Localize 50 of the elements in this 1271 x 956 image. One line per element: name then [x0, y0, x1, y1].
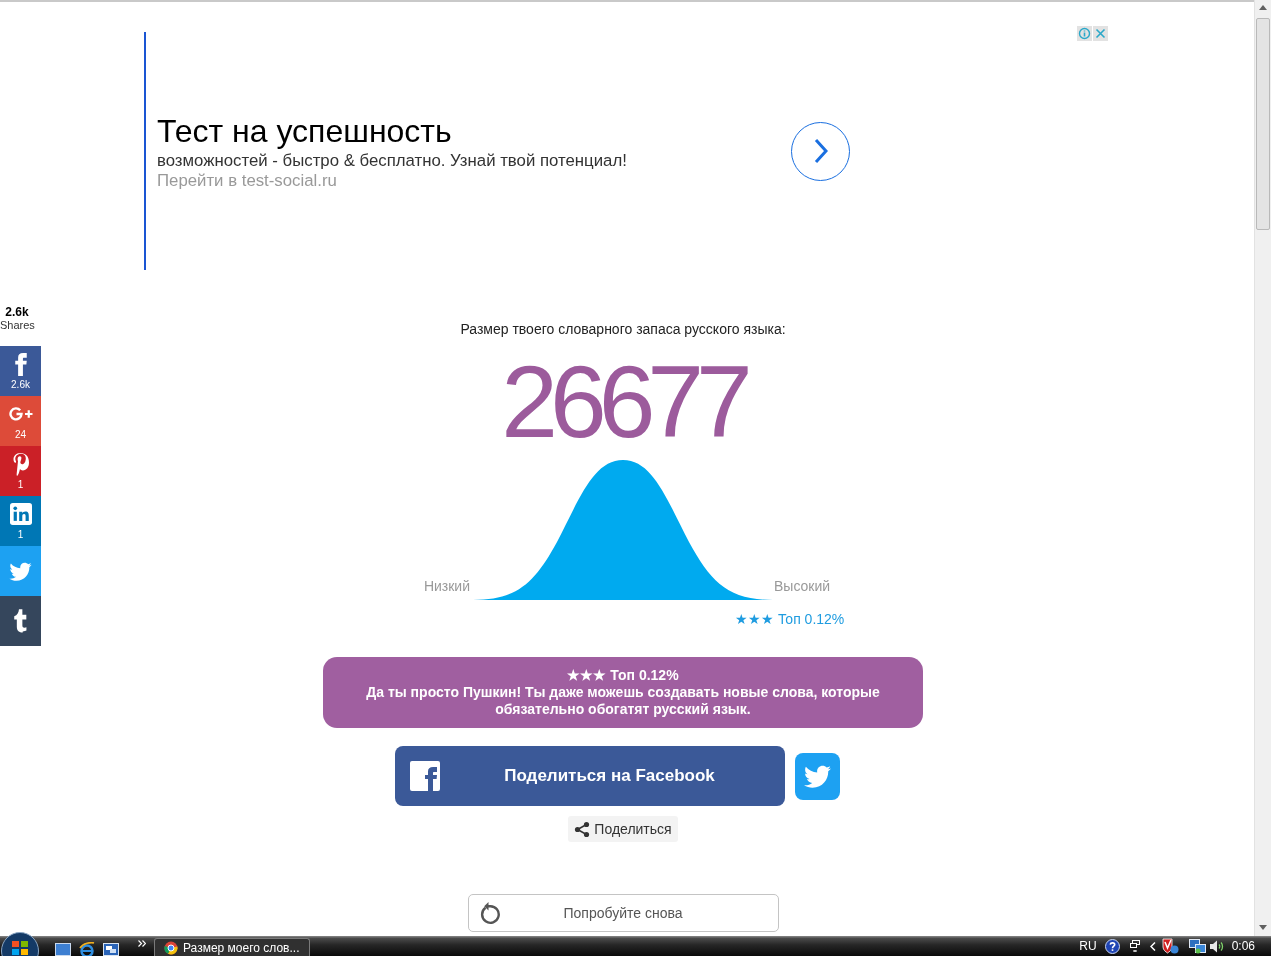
vocabulary-score: 26677 — [501, 351, 745, 453]
tumblr-share-button[interactable] — [0, 596, 41, 646]
refresh-icon — [478, 901, 501, 925]
low-label: Низкий — [423, 578, 470, 594]
high-label: Высокий — [774, 578, 831, 594]
scroll-up-icon[interactable] — [1259, 5, 1267, 10]
help-icon[interactable] — [1104, 938, 1120, 954]
linkedin-icon — [9, 503, 32, 525]
ad-banner[interactable]: Тест на успешность возможностей - быстро & бесплатно. Узнай твой потенциал! Перейти в test-social.ru — [144, 32, 884, 270]
facebook-icon — [410, 761, 440, 791]
double-chevron-icon[interactable] — [138, 939, 146, 947]
stacked-windows-icon[interactable] — [103, 943, 119, 956]
share-icon — [574, 820, 591, 838]
scrollbar-thumb[interactable] — [1256, 18, 1270, 230]
language-indicator[interactable]: RU — [1079, 939, 1097, 953]
linkedin-share-button[interactable]: 1 — [0, 496, 41, 546]
pinterest-icon — [12, 452, 29, 476]
browser-icon — [164, 940, 178, 955]
speaker-icon[interactable] — [1208, 939, 1224, 953]
pinterest-share-button[interactable]: 1 — [0, 446, 41, 496]
taskbar-window-button[interactable]: Размер моего слов... — [154, 938, 310, 956]
share-button[interactable]: Поделиться — [568, 816, 678, 842]
scroll-down-icon[interactable] — [1259, 925, 1267, 930]
chevron-right-icon — [813, 138, 828, 164]
share-total-label: Shares — [0, 319, 34, 332]
clock[interactable]: 0:06 — [1231, 939, 1255, 953]
tumblr-icon — [14, 609, 27, 633]
rank-text: ★★★ Топ 0.12% — [735, 611, 845, 627]
ad-description: возможностей - быстро & бесплатно. Узнай твой потенциал! — [157, 150, 627, 170]
bird-icon — [9, 561, 32, 581]
facebook-share-button[interactable]: Поделиться на Facebook — [395, 746, 785, 806]
bird-icon — [804, 764, 831, 788]
chevron-left-icon[interactable] — [1149, 941, 1156, 951]
google-plus-icon — [8, 406, 33, 422]
browser-icon[interactable] — [79, 942, 95, 956]
windows-logo-icon[interactable] — [1, 931, 39, 956]
facebook-icon — [14, 352, 27, 376]
restore-windows-icon[interactable] — [1129, 940, 1140, 952]
ad-title: Тест на успешность — [157, 111, 453, 150]
result-heading: Размер твоего словарного запаса русского языка: — [459, 321, 787, 338]
facebook-share-button[interactable]: 2.6k — [0, 346, 41, 396]
monitor-icon[interactable] — [55, 943, 71, 956]
twitter-share-button[interactable] — [795, 752, 840, 800]
retry-button[interactable]: Попробуйте снова — [467, 894, 779, 932]
banner-message: Да ты просто Пушкин! Ты даже можешь создавать новые слова, которые обязательно обогатят русский язык. — [365, 684, 881, 718]
banner-rank: ★★★ Топ 0.12% — [567, 667, 679, 684]
shield-icon[interactable] — [1161, 938, 1179, 954]
network-icon[interactable] — [1188, 938, 1206, 954]
google-plus-share-button[interactable]: 24 — [0, 396, 41, 446]
share-total: 2.6k — [4, 305, 30, 319]
